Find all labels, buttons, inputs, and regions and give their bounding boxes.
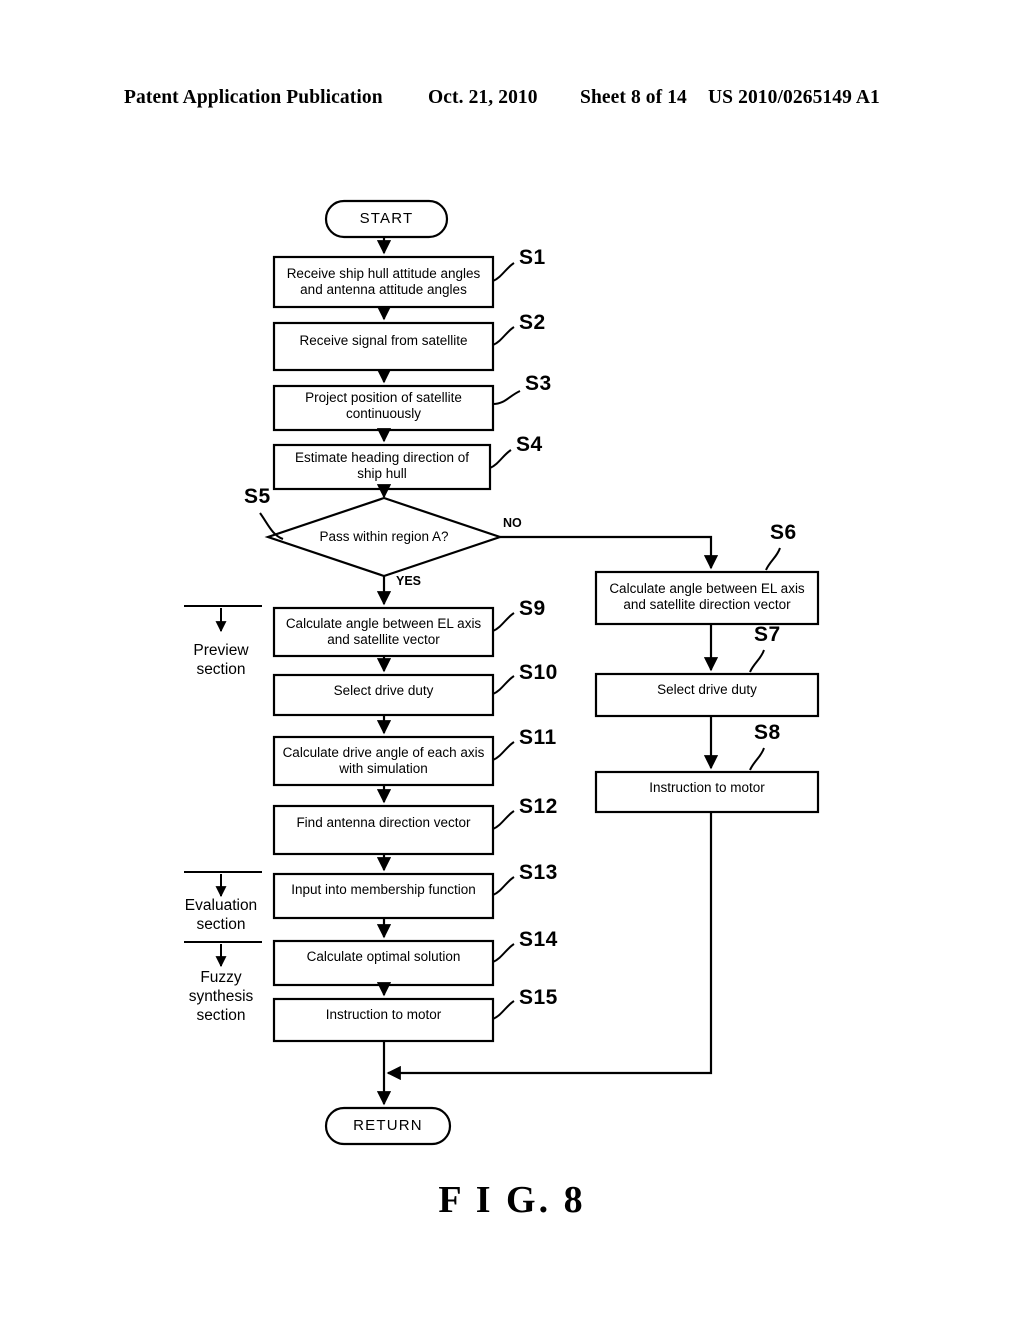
flowchart-diagram	[184, 199, 820, 1146]
process-box-S4	[272, 443, 492, 491]
process-box-S12	[272, 804, 495, 856]
section-label-evaluation: Evaluation section	[184, 897, 258, 933]
step-number-S15: S15	[519, 986, 558, 1009]
step-number-S1: S1	[519, 246, 546, 269]
decision-diamond-S5	[264, 496, 504, 578]
section-label-preview: Preview section	[193, 642, 249, 678]
leader-S13	[492, 876, 515, 896]
leader-S9	[492, 612, 515, 632]
leader-S4	[489, 449, 512, 469]
edge-label-yes: YES	[396, 574, 422, 588]
terminator-start-shape	[324, 199, 449, 239]
connector-S5-no-to-S6	[500, 535, 719, 570]
process-box-S6	[594, 570, 820, 626]
step-number-S9: S9	[519, 597, 546, 620]
leader-S14	[492, 943, 515, 963]
process-box-S8	[594, 770, 820, 814]
step-number-S10: S10	[519, 661, 558, 684]
step-number-S13: S13	[519, 861, 558, 884]
process-box-S2	[272, 321, 495, 372]
leader-S7	[749, 649, 765, 673]
leader-S8	[749, 747, 765, 771]
figure-caption: F I G. 8	[438, 1179, 586, 1221]
step-number-S12: S12	[519, 795, 558, 818]
edge-label-no: NO	[503, 516, 522, 530]
leader-S15	[492, 1000, 515, 1020]
terminator-return-shape	[324, 1106, 452, 1146]
process-box-S3	[272, 384, 495, 432]
leader-S6	[765, 547, 781, 571]
leader-S10	[492, 675, 515, 695]
step-number-S14: S14	[519, 928, 558, 951]
step-number-S5: S5	[244, 485, 271, 508]
leader-S1	[492, 262, 515, 282]
process-box-S9	[272, 606, 495, 658]
process-box-S10	[272, 673, 495, 717]
step-number-S8: S8	[754, 721, 781, 744]
step-number-S7: S7	[754, 623, 781, 646]
step-number-S3: S3	[525, 372, 552, 395]
step-number-S11: S11	[519, 726, 557, 749]
process-box-S14	[272, 939, 495, 987]
leader-S11	[492, 741, 515, 761]
process-box-S13	[272, 872, 495, 920]
step-number-S4: S4	[516, 433, 543, 456]
leader-S3	[492, 390, 521, 405]
process-box-S15	[272, 997, 495, 1043]
section-label-fuzzy: Fuzzy synthesis section	[188, 969, 254, 1024]
step-number-S2: S2	[519, 311, 546, 334]
process-box-S1	[272, 255, 495, 309]
step-number-S6: S6	[770, 521, 797, 544]
process-box-S11	[272, 735, 495, 787]
leader-S12	[492, 810, 515, 830]
leader-S2	[492, 326, 515, 346]
process-box-S7	[594, 672, 820, 718]
